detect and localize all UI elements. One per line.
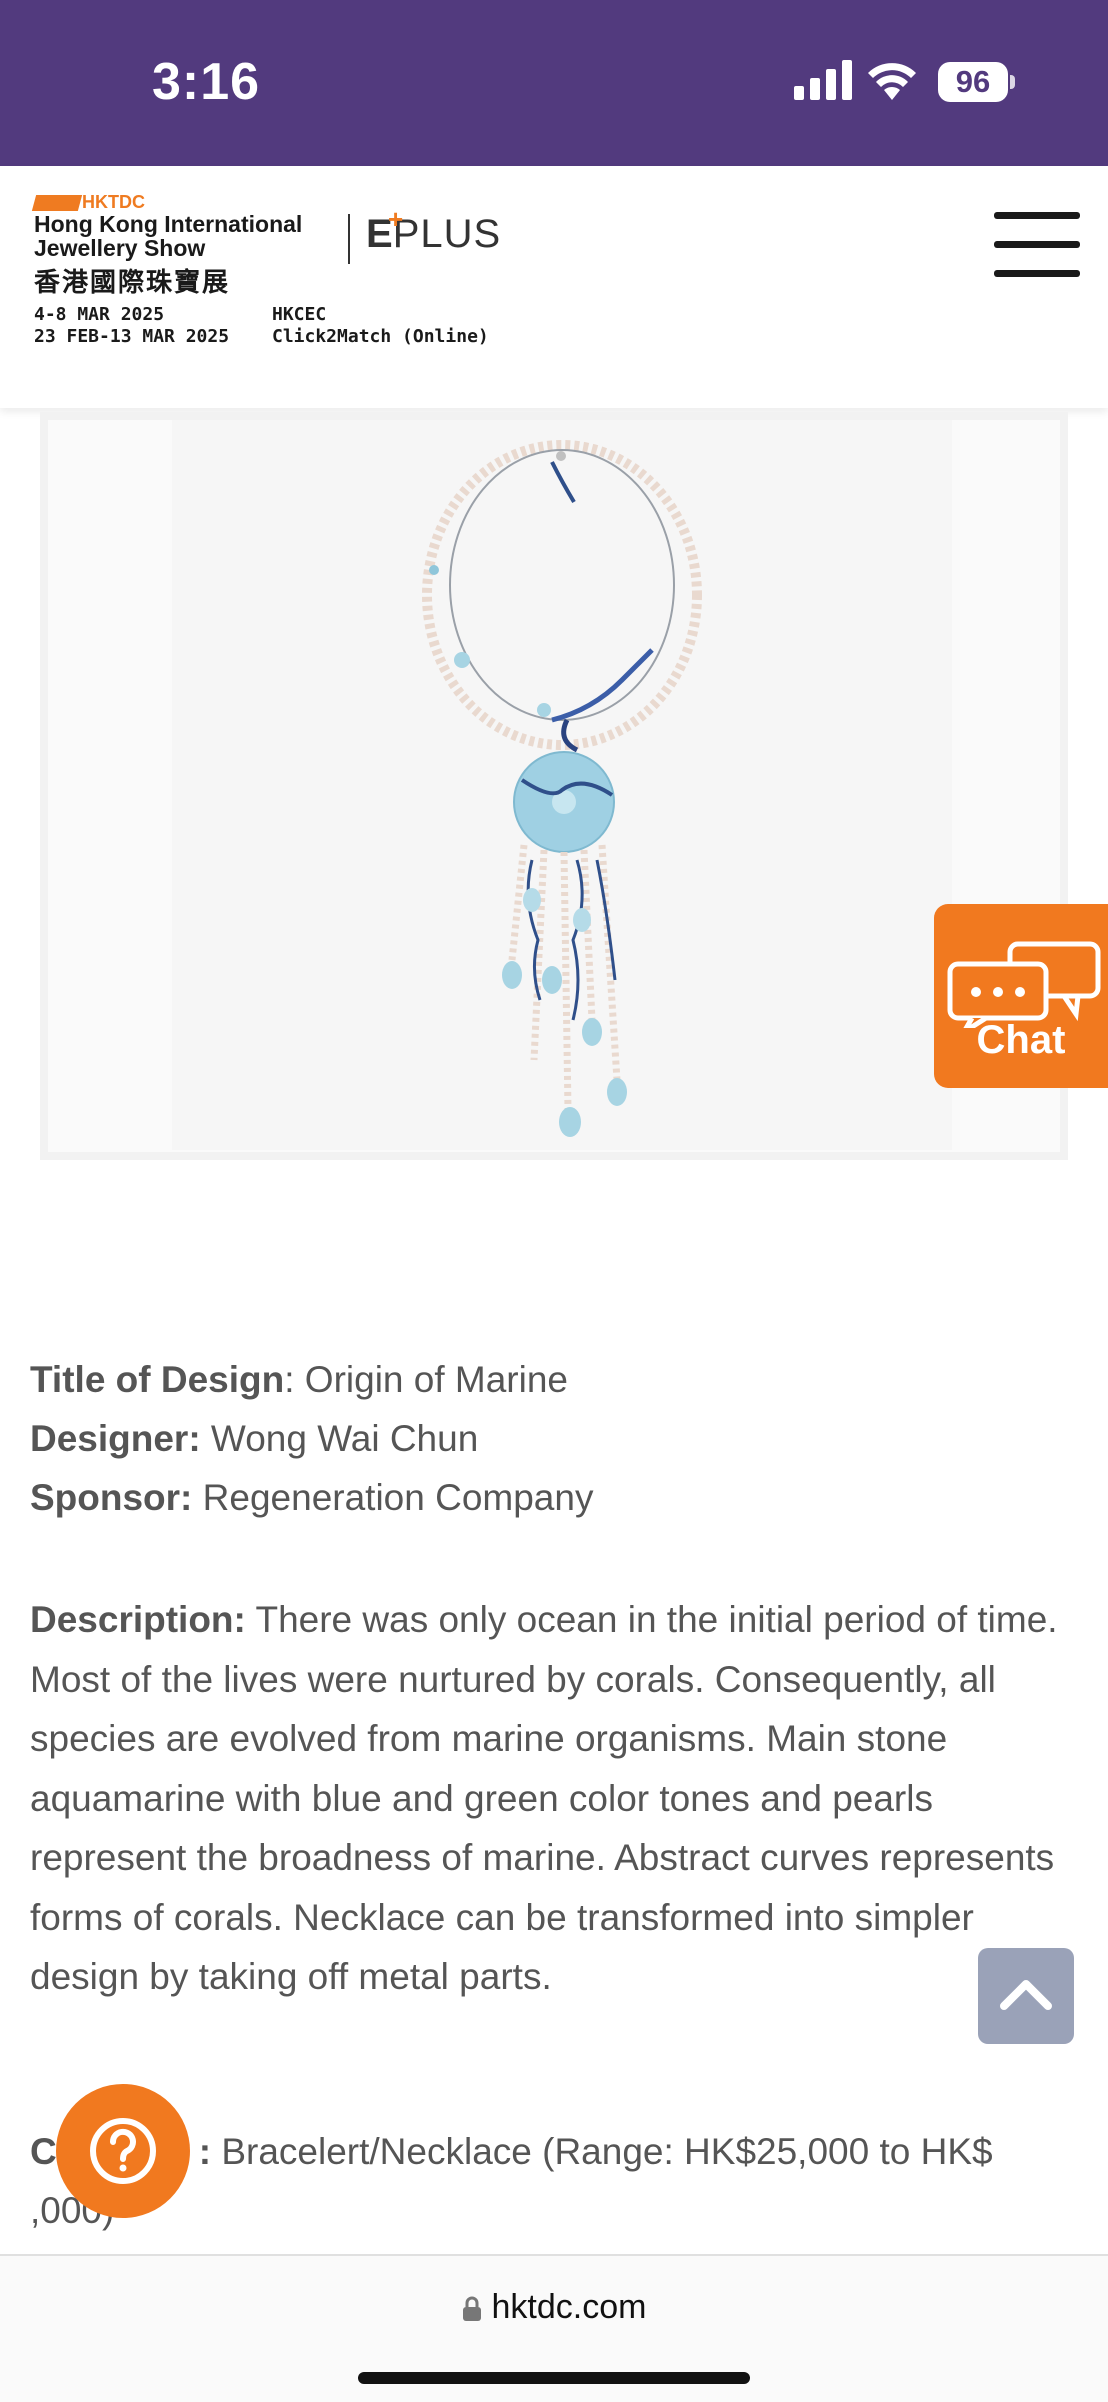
status-time: 3:16 (152, 53, 261, 111)
logo-divider (348, 214, 350, 264)
design-info: Title of Design: Origin of Marine Design… (30, 1350, 1070, 1527)
show-venue: HKCEC Click2Match (Online) (272, 304, 489, 347)
lock-icon (462, 2296, 481, 2322)
chat-button[interactable]: Chat (934, 904, 1108, 1088)
title-row: Title of Design: Origin of Marine (30, 1359, 569, 1400)
chevron-up-icon (1000, 1980, 1052, 2010)
sponsor-row: Sponsor: Regeneration Company (30, 1477, 594, 1518)
show-name[interactable]: Hong Kong International Jewellery Show (34, 212, 302, 260)
designer-row: Designer: Wong Wai Chun (30, 1418, 479, 1459)
back-to-top-button[interactable] (978, 1948, 1074, 2044)
show-dates: 4-8 MAR 2025 23 FEB-13 MAR 2025 (34, 304, 230, 347)
battery-cap (1010, 75, 1015, 89)
description: Description: There was only ocean in the… (30, 1599, 1058, 1997)
hktdc-logo[interactable]: HKTDC (31, 192, 145, 212)
chat-label: Chat (976, 1018, 1066, 1062)
url-bar[interactable]: hktdc.com (0, 2288, 1108, 2327)
eplus-logo[interactable]: E + PLUS (366, 204, 501, 257)
hamburger-icon[interactable] (994, 212, 1080, 278)
wifi-icon (868, 63, 916, 100)
hktdc-flag-icon (31, 194, 83, 211)
help-button[interactable] (56, 2084, 190, 2218)
question-icon (90, 2118, 156, 2184)
home-indicator[interactable] (358, 2372, 750, 2384)
browser-bar: hktdc.com (0, 2254, 1108, 2402)
signal-icon (794, 60, 852, 100)
product-image[interactable] (40, 412, 1068, 1160)
show-name-chinese: 香港國際珠寶展 (34, 268, 231, 298)
site-header: HKTDC Hong Kong International Jewellery … (0, 166, 1108, 408)
necklace-image (422, 440, 702, 1137)
status-bar: 3:16 96 (0, 0, 1108, 166)
chat-bubbles-icon (947, 941, 1101, 1028)
battery-indicator: 96 (938, 62, 1008, 102)
